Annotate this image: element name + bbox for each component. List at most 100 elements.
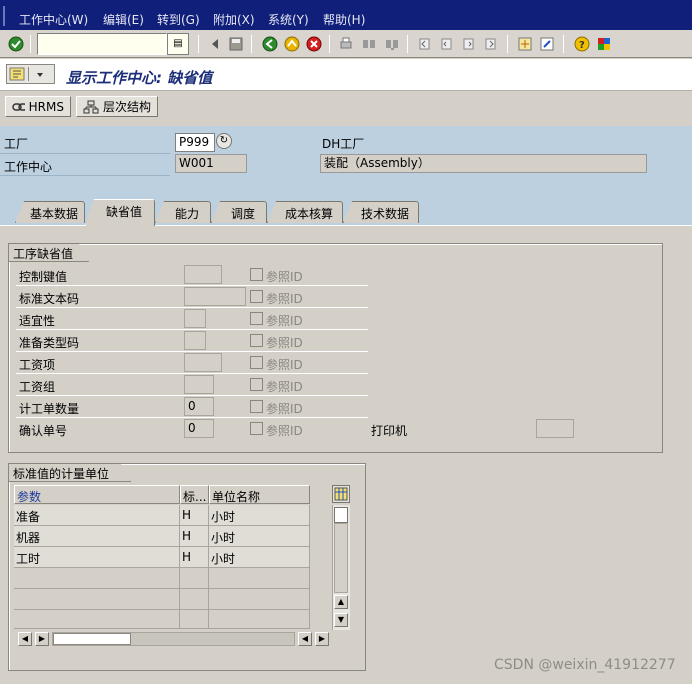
reference-id-label: 参照ID <box>266 314 303 328</box>
scroll-right-icon[interactable]: ◀ <box>298 632 312 646</box>
field-row-line <box>16 373 368 374</box>
reference-id-label: 参照ID <box>266 270 303 284</box>
menu-extras[interactable]: 附加(X) <box>213 11 255 28</box>
plant-search-help-icon[interactable]: ↻ <box>216 133 232 149</box>
last-page-icon[interactable] <box>481 34 500 53</box>
column-header-unit-name[interactable]: 单位名称 <box>209 485 310 504</box>
header-divider <box>0 175 170 176</box>
reference-id-label: 参照ID <box>266 402 303 416</box>
title-menu-button[interactable] <box>6 64 55 84</box>
suitability-field <box>184 309 206 328</box>
tab-basic-data[interactable]: 基本数据 <box>15 201 85 223</box>
hierarchy-label: 层次结构 <box>103 100 152 114</box>
shortcut-icon[interactable] <box>537 34 556 53</box>
scroll-left-icon[interactable]: ▶ <box>35 632 49 646</box>
setup-type-key-label: 准备类型码 <box>19 336 80 350</box>
tab-defaults[interactable]: 缺省值 <box>85 199 155 226</box>
link-icon <box>12 102 25 111</box>
reference-id-checkbox[interactable] <box>250 312 263 325</box>
menu-edit[interactable]: 编辑(E) <box>103 11 144 28</box>
title-bar: 显示工作中心: 缺省值 <box>0 59 692 91</box>
page-title: 显示工作中心: 缺省值 <box>66 69 213 87</box>
next-page-icon[interactable] <box>459 34 478 53</box>
reference-id-checkbox[interactable] <box>250 378 263 391</box>
arrow-left-icon[interactable] <box>205 34 224 53</box>
find-icon[interactable] <box>359 34 378 53</box>
operation-defaults-title: 工序缺省值 <box>9 244 89 262</box>
reference-id-label: 参照ID <box>266 292 303 306</box>
hrms-label: HRMS <box>28 99 64 114</box>
reference-id-checkbox[interactable] <box>250 356 263 369</box>
table-cell-unit-name: 小时 <box>209 526 310 547</box>
field-row-line <box>16 417 368 418</box>
column-header-parameter[interactable]: 参数 <box>14 485 180 504</box>
units-table: 参数 标... 单位名称 准备 H 小时 机器 H 小时 工时 H 小时 ▲ ▼ <box>14 485 350 632</box>
menu-system[interactable]: 系统(Y) <box>268 11 309 28</box>
time-tickets-label: 计工单数量 <box>19 402 80 416</box>
new-session-icon[interactable] <box>515 34 534 53</box>
field-row-line <box>16 329 368 330</box>
table-cell-empty <box>14 568 180 589</box>
save-icon[interactable] <box>226 34 245 53</box>
horizontal-scrollbar-thumb[interactable] <box>53 633 131 645</box>
table-settings-icon[interactable] <box>332 485 350 503</box>
table-cell-empty <box>180 610 209 629</box>
menu-help[interactable]: 帮助(H) <box>323 11 365 28</box>
vertical-scrollbar-track[interactable] <box>334 523 348 593</box>
help-icon[interactable]: ? <box>572 34 591 53</box>
control-key-label: 控制键值 <box>19 270 68 284</box>
menubar-grip <box>3 6 5 26</box>
reference-id-label: 参照ID <box>266 336 303 350</box>
cancel-icon[interactable] <box>304 34 323 53</box>
reference-id-checkbox[interactable] <box>250 268 263 281</box>
enter-check-icon[interactable] <box>6 34 25 53</box>
scroll-first-icon[interactable]: ◀ <box>18 632 32 646</box>
previous-page-icon[interactable] <box>437 34 456 53</box>
table-cell-empty <box>209 589 310 610</box>
wage-type-label: 工资项 <box>19 358 56 372</box>
time-tickets-field: 0 <box>184 397 214 416</box>
reference-id-label: 参照ID <box>266 380 303 394</box>
workcenter-field: W001 <box>175 154 247 173</box>
wage-type-field <box>184 353 222 372</box>
suitability-label: 适宜性 <box>19 314 56 328</box>
table-cell-unit: H <box>180 526 209 547</box>
table-cell-unit: H <box>180 505 209 526</box>
command-field[interactable] <box>37 33 167 55</box>
workcenter-label: 工作中心 <box>4 160 53 174</box>
exit-icon[interactable] <box>282 34 301 53</box>
plant-label: 工厂 <box>4 137 29 151</box>
vertical-scrollbar-thumb[interactable] <box>334 507 348 523</box>
first-page-icon[interactable] <box>415 34 434 53</box>
reference-id-checkbox[interactable] <box>250 334 263 347</box>
table-cell-unit-name: 小时 <box>209 547 310 568</box>
command-history-dropdown[interactable]: ▤ <box>167 33 189 55</box>
hierarchy-button[interactable]: 层次结构 <box>76 96 158 117</box>
tab-costing[interactable]: 成本核算 <box>267 201 343 223</box>
table-cell-empty <box>209 610 310 629</box>
scroll-up-icon[interactable]: ▲ <box>334 595 348 609</box>
reference-id-checkbox[interactable] <box>250 422 263 435</box>
reference-id-checkbox[interactable] <box>250 290 263 303</box>
reference-id-label: 参照ID <box>266 358 303 372</box>
print-icon[interactable] <box>336 34 355 53</box>
tab-technical-data[interactable]: 技术数据 <box>343 201 419 223</box>
reference-id-checkbox[interactable] <box>250 400 263 413</box>
printer-label: 打印机 <box>371 424 408 438</box>
back-icon[interactable] <box>260 34 279 53</box>
column-header-unit[interactable]: 标... <box>180 485 209 504</box>
tab-capacity[interactable]: 能力 <box>155 201 211 223</box>
menu-workcenter[interactable]: 工作中心(W) <box>19 11 88 28</box>
customize-layout-icon[interactable] <box>594 34 613 53</box>
scroll-down-icon[interactable]: ▼ <box>334 613 348 627</box>
tab-scheduling[interactable]: 调度 <box>211 201 267 223</box>
scroll-last-icon[interactable]: ▶ <box>315 632 329 646</box>
table-cell-empty <box>14 610 180 629</box>
field-row-line <box>16 351 368 352</box>
menu-goto[interactable]: 转到(G) <box>157 11 200 28</box>
hrms-button[interactable]: HRMS <box>5 96 71 117</box>
plant-field[interactable]: P999 <box>175 133 215 152</box>
find-next-icon[interactable] <box>382 34 401 53</box>
workcenter-description: 装配（Assembly） <box>320 154 647 173</box>
table-cell-parameter: 工时 <box>14 547 180 568</box>
